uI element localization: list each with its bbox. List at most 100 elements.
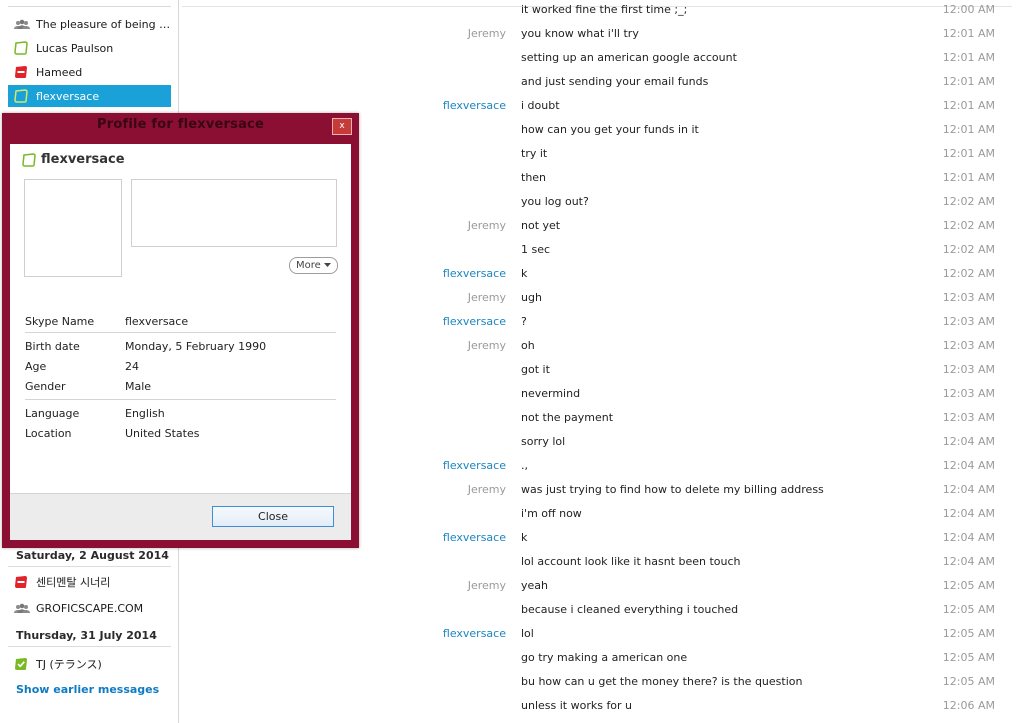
message-text: then: [521, 171, 547, 184]
message-timestamp: 12:02 AM: [942, 219, 995, 232]
field-value: Male: [125, 380, 152, 393]
message-timestamp: 12:01 AM: [942, 27, 995, 40]
contact-label: The pleasure of being cu...: [36, 17, 171, 31]
contact-item-flexversace[interactable]: flexversace: [8, 85, 171, 107]
message-sender[interactable]: flexversace: [443, 267, 506, 280]
chat-message-row: because i cleaned everything i touched 12…: [182, 600, 1012, 624]
message-text: k: [521, 531, 528, 544]
contact-label: TJ (テランス): [36, 658, 102, 671]
more-label: More: [296, 260, 321, 271]
message-text: oh: [521, 339, 535, 352]
message-text: try it: [521, 147, 548, 160]
message-timestamp: 12:05 AM: [942, 603, 995, 616]
message-text: k: [521, 267, 528, 280]
message-text: got it: [521, 363, 550, 376]
divider: [25, 399, 336, 400]
message-text: not yet: [521, 219, 561, 232]
divider: [25, 332, 336, 333]
field-value: 24: [125, 360, 139, 373]
message-sender[interactable]: Jeremy: [468, 27, 506, 40]
message-sender[interactable]: flexversace: [443, 531, 506, 544]
do-not-disturb-status-icon: [14, 65, 28, 79]
message-timestamp: 12:03 AM: [942, 315, 995, 328]
offline-status-icon: [22, 152, 36, 167]
field-label: Birth date: [25, 340, 80, 353]
message-timestamp: 12:03 AM: [942, 387, 995, 400]
message-timestamp: 12:04 AM: [942, 483, 995, 496]
message-text: how can you get your funds in it: [521, 123, 699, 136]
message-text: go try making a american one: [521, 651, 688, 664]
chat-message-row: setting up an american google account 12:…: [182, 48, 1012, 72]
dialog-close-x-button[interactable]: x: [332, 118, 352, 135]
dialog-title: Profile for flexversace: [97, 117, 264, 132]
contact-item-groficscape[interactable]: GROFICSCAPE.COM: [8, 597, 171, 619]
chat-message-row: Jeremy you know what i'll try 12:01 AM: [182, 24, 1012, 48]
contact-label: Hameed: [36, 65, 83, 79]
mood-message-box: [131, 179, 337, 247]
message-timestamp: 12:02 AM: [942, 267, 995, 280]
contact-label: GROFICSCAPE.COM: [36, 601, 144, 615]
message-timestamp: 12:04 AM: [942, 459, 995, 472]
message-sender[interactable]: flexversace: [443, 99, 506, 112]
field-label: Age: [25, 360, 47, 373]
group-icon: [14, 601, 30, 615]
message-timestamp: 12:03 AM: [942, 291, 995, 304]
contact-item-tj[interactable]: TJ (テランス): [8, 653, 171, 675]
message-sender[interactable]: flexversace: [443, 627, 506, 640]
message-text: ?: [521, 315, 527, 328]
field-label: Language: [25, 407, 80, 420]
chat-message-row: bu how can u get the money there? is the…: [182, 672, 1012, 696]
message-timestamp: 12:00 AM: [942, 3, 995, 16]
message-timestamp: 12:05 AM: [942, 651, 995, 664]
message-timestamp: 12:04 AM: [942, 531, 995, 544]
message-timestamp: 12:01 AM: [942, 147, 995, 160]
contact-item-sentimental-scenery[interactable]: 센티멘탈 시너리: [8, 571, 171, 593]
profile-header: flexversace: [22, 152, 125, 167]
message-text: not the payment: [521, 411, 614, 424]
message-sender[interactable]: Jeremy: [468, 483, 506, 496]
message-text: because i cleaned everything i touched: [521, 603, 739, 616]
message-timestamp: 12:01 AM: [942, 171, 995, 184]
message-timestamp: 12:03 AM: [942, 339, 995, 352]
contact-item-hameed[interactable]: Hameed: [8, 61, 171, 83]
show-earlier-messages-link[interactable]: Show earlier messages: [16, 683, 159, 696]
message-sender[interactable]: Jeremy: [468, 339, 506, 352]
field-value: flexversace: [125, 315, 189, 328]
message-timestamp: 12:04 AM: [942, 435, 995, 448]
contact-item-lucas-paulson[interactable]: Lucas Paulson: [8, 37, 171, 59]
contact-item-group[interactable]: The pleasure of being cu...: [8, 13, 171, 35]
message-sender[interactable]: flexversace: [443, 459, 506, 472]
dialog-footer: Close: [10, 493, 351, 540]
message-sender[interactable]: Jeremy: [468, 291, 506, 304]
message-timestamp: 12:02 AM: [942, 243, 995, 256]
profile-name: flexversace: [41, 152, 125, 167]
profile-dialog: Profile for flexversace x flexversace Mo…: [2, 113, 359, 548]
message-timestamp: 12:04 AM: [942, 555, 995, 568]
contact-label: Lucas Paulson: [36, 41, 114, 55]
message-timestamp: 12:05 AM: [942, 627, 995, 640]
message-text: you know what i'll try: [521, 27, 639, 40]
message-timestamp: 12:03 AM: [942, 363, 995, 376]
contact-label: 센티멘탈 시너리: [36, 576, 111, 589]
message-text: unless it works for u: [521, 699, 633, 712]
message-sender[interactable]: Jeremy: [468, 579, 506, 592]
message-timestamp: 12:01 AM: [942, 123, 995, 136]
chat-message-row: it worked fine the first time ;_; 12:00 A…: [182, 0, 1012, 24]
chat-message-row: unless it works for u 12:06 AM: [182, 696, 1012, 720]
message-timestamp: 12:01 AM: [942, 75, 995, 88]
chat-message-row: flexversace lol 12:05 AM: [182, 624, 1012, 648]
divider: [8, 6, 171, 7]
message-text: ugh: [521, 291, 542, 304]
message-sender[interactable]: Jeremy: [468, 219, 506, 232]
message-text: sorry lol: [521, 435, 566, 448]
offline-status-icon: [14, 41, 28, 55]
message-text: .,: [521, 459, 528, 472]
message-timestamp: 12:01 AM: [942, 51, 995, 64]
close-button[interactable]: Close: [212, 506, 334, 527]
message-timestamp: 12:05 AM: [942, 579, 995, 592]
chat-message-row: and just sending your email funds 12:01 A…: [182, 72, 1012, 96]
message-text: and just sending your email funds: [521, 75, 709, 88]
field-value: United States: [125, 427, 200, 440]
more-button[interactable]: More: [289, 257, 338, 274]
message-sender[interactable]: flexversace: [443, 315, 506, 328]
